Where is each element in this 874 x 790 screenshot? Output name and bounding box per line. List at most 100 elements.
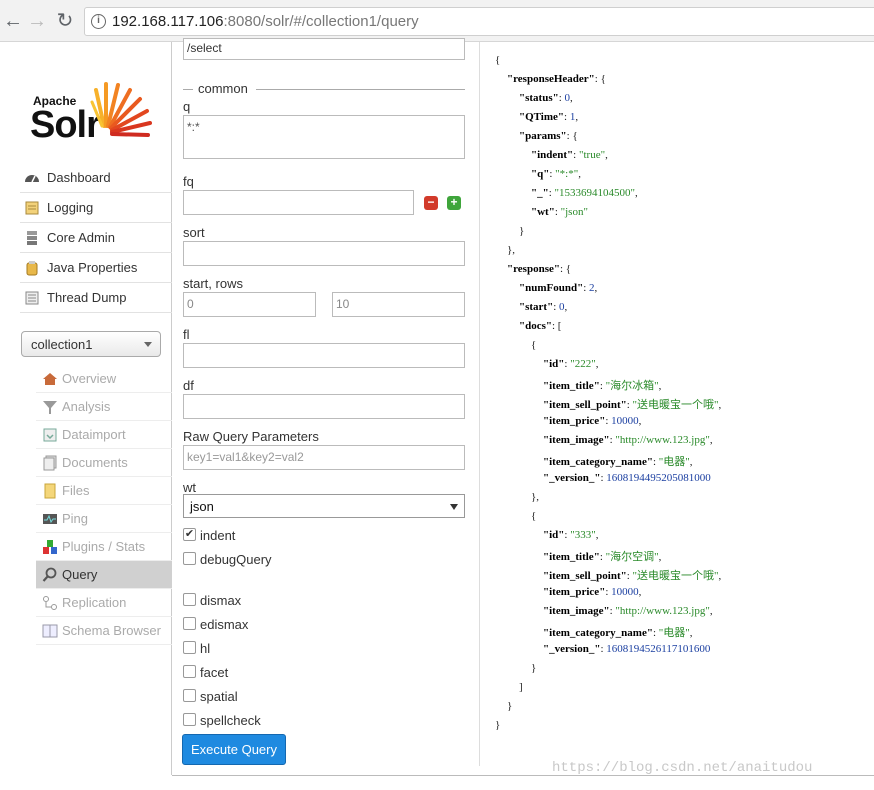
- json-punctuation: ,: [595, 358, 599, 370]
- json-line: "item_sell_point": "送电暖宝一个哦",: [543, 567, 721, 583]
- json-punctuation: {: [495, 54, 501, 66]
- core-item-ping[interactable]: Ping: [36, 505, 172, 533]
- json-punctuation: }: [495, 719, 501, 731]
- documents-icon: [43, 455, 57, 471]
- core-item-replication[interactable]: Replication: [36, 589, 172, 617]
- core-item-label: Replication: [62, 595, 127, 610]
- json-line: "item_price": 10000,: [543, 586, 641, 598]
- sidebar-item-label: Dashboard: [47, 170, 111, 185]
- json-key: "responseHeader": [507, 73, 595, 85]
- json-string: "海尔空调": [605, 551, 659, 563]
- hl-label: hl: [200, 641, 211, 656]
- json-number: 10000: [611, 415, 639, 427]
- json-line: "item_title": "海尔空调",: [543, 548, 661, 564]
- json-line: "indent": "true",: [531, 149, 608, 161]
- address-bar[interactable]: i 192.168.117.106:8080/solr/#/collection…: [84, 7, 874, 36]
- json-string: "送电暖宝一个哦": [632, 570, 719, 582]
- home-icon: [43, 373, 57, 385]
- json-punctuation: ,: [570, 92, 573, 104]
- sidebar-item-core-admin[interactable]: Core Admin: [20, 223, 172, 253]
- back-button[interactable]: ←: [0, 8, 26, 34]
- json-punctuation: ,: [689, 456, 693, 468]
- remove-fq-button[interactable]: −: [424, 196, 438, 210]
- core-item-plugins-stats[interactable]: Plugins / Stats: [36, 533, 172, 561]
- sidebar-item-thread-dump[interactable]: Thread Dump: [20, 283, 172, 313]
- json-line: "item_image": "http://www.123.jpg",: [543, 434, 713, 446]
- json-key: "start": [519, 301, 554, 313]
- fq-input[interactable]: [183, 190, 414, 215]
- forward-button[interactable]: →: [24, 8, 50, 34]
- spellcheck-checkbox[interactable]: [183, 713, 196, 726]
- json-key: "item_image": [543, 605, 610, 617]
- hl-checkbox[interactable]: [183, 641, 196, 654]
- json-line: {: [531, 510, 536, 522]
- core-item-analysis[interactable]: Analysis: [36, 393, 172, 421]
- json-key: "item_image": [543, 434, 610, 446]
- json-line: "id": "333",: [543, 529, 598, 541]
- json-line: "_": "1533694104500",: [531, 187, 638, 199]
- dismax-checkbox[interactable]: [183, 593, 196, 606]
- json-line: "response": {: [507, 263, 571, 275]
- json-number: 10000: [611, 586, 639, 598]
- reload-button[interactable]: ↻: [52, 8, 78, 34]
- replication-icon: [43, 596, 57, 610]
- file-icon: [44, 483, 56, 499]
- json-string: "http://www.123.jpg": [615, 605, 710, 617]
- wt-select[interactable]: json: [183, 494, 465, 518]
- json-punctuation: ,: [658, 551, 662, 563]
- json-punctuation: ,: [635, 187, 638, 199]
- execute-query-button[interactable]: Execute Query: [182, 734, 286, 765]
- df-input[interactable]: [183, 394, 465, 419]
- spatial-label: spatial: [200, 689, 238, 704]
- sidebar-item-java-properties[interactable]: Java Properties: [20, 253, 172, 283]
- facet-checkbox[interactable]: [183, 665, 196, 678]
- json-key: "item_price": [543, 415, 606, 427]
- q-textarea[interactable]: *:*: [183, 115, 465, 159]
- json-line: "start": 0,: [519, 301, 567, 313]
- core-selector[interactable]: collection1: [21, 331, 161, 357]
- solr-logo[interactable]: Apache Solr: [30, 82, 160, 152]
- ping-icon: [43, 514, 57, 524]
- json-line: "item_title": "海尔冰箱",: [543, 377, 661, 393]
- add-fq-button[interactable]: +: [447, 196, 461, 210]
- json-key: "id": [543, 529, 565, 541]
- fl-input[interactable]: [183, 343, 465, 368]
- sidebar-item-label: Thread Dump: [47, 290, 127, 305]
- core-item-query[interactable]: Query: [36, 561, 172, 589]
- raw-params-input[interactable]: key1=val1&key2=val2: [183, 445, 465, 470]
- spatial-checkbox[interactable]: [183, 689, 196, 702]
- query-result-panel: {"responseHeader": {"status": 0, "QTime":…: [479, 42, 874, 766]
- dropdown-arrow-icon: [450, 504, 458, 510]
- json-string: "海尔冰箱": [605, 380, 659, 392]
- core-menu: Overview Analysis Dataimport Documents F…: [36, 365, 172, 645]
- json-punctuation: ,: [578, 168, 581, 180]
- json-punctuation: ,: [709, 605, 713, 617]
- java-icon: [26, 261, 38, 276]
- json-punctuation: ,: [689, 627, 693, 639]
- core-item-schema-browser[interactable]: Schema Browser: [36, 617, 172, 645]
- start-input[interactable]: 0: [183, 292, 316, 317]
- core-item-documents[interactable]: Documents: [36, 449, 172, 477]
- core-item-files[interactable]: Files: [36, 477, 172, 505]
- json-number: 1608194526117101600: [606, 643, 711, 655]
- info-icon[interactable]: i: [91, 14, 106, 29]
- raw-params-label: Raw Query Parameters: [183, 429, 319, 444]
- q-label: q: [183, 99, 191, 114]
- rows-input[interactable]: 10: [332, 292, 465, 317]
- json-line: "status": 0,: [519, 92, 573, 104]
- funnel-icon: [43, 401, 57, 414]
- core-item-overview[interactable]: Overview: [36, 365, 172, 393]
- json-line: "docs": [: [519, 320, 561, 332]
- sidebar-item-logging[interactable]: Logging: [20, 193, 172, 223]
- edismax-checkbox[interactable]: [183, 617, 196, 630]
- sort-input[interactable]: [183, 241, 465, 266]
- json-punctuation: ,: [718, 570, 722, 582]
- json-key: "item_title": [543, 551, 600, 563]
- core-item-dataimport[interactable]: Dataimport: [36, 421, 172, 449]
- sidebar-item-dashboard[interactable]: Dashboard: [20, 163, 172, 193]
- indent-checkbox[interactable]: ✔: [183, 528, 196, 541]
- watermark-text: https://blog.csdn.net/anaitudou: [552, 760, 813, 776]
- request-handler-input[interactable]: /select: [183, 38, 465, 60]
- edismax-label: edismax: [200, 617, 249, 632]
- debugquery-checkbox[interactable]: [183, 552, 196, 565]
